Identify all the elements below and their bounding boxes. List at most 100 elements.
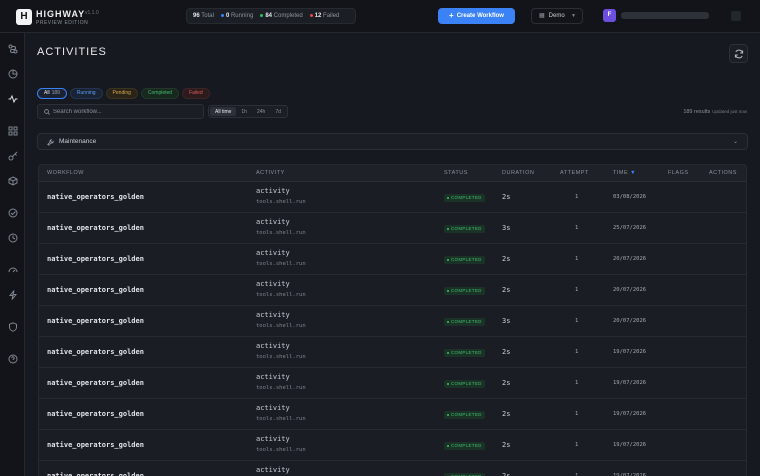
workflow-name[interactable]: native_operators_golden: [47, 255, 144, 263]
stats-summary: 96 Total 0 Running 84 Completed 12 Faile…: [186, 8, 356, 24]
help-icon[interactable]: [5, 352, 20, 367]
sort-desc-icon: ▼: [630, 170, 637, 176]
table-row[interactable]: native_operators_golden activity tools.she…: [39, 368, 746, 399]
duration: 2s: [502, 193, 511, 201]
clock-icon[interactable]: [5, 231, 20, 246]
package-icon[interactable]: [5, 174, 20, 189]
workflows-icon[interactable]: [5, 42, 20, 57]
attempt: 1: [575, 225, 579, 231]
activity-name: activity: [256, 373, 290, 381]
activities-icon[interactable]: [5, 92, 20, 107]
col-status[interactable]: STATUS: [444, 170, 468, 176]
filter-completed[interactable]: Completed: [140, 88, 180, 99]
refresh-button[interactable]: [729, 44, 748, 63]
table-row[interactable]: native_operators_goldenactivitytools.she…: [39, 337, 746, 368]
filter-running[interactable]: Running: [69, 88, 103, 99]
col-time[interactable]: TIME ▼: [613, 170, 636, 176]
attempt: 1: [575, 380, 579, 386]
workflow-name[interactable]: native_operators_golden: [47, 348, 144, 356]
activity-name: activity: [256, 280, 290, 288]
table-row[interactable]: native_operators_golden activity tools.she…: [39, 430, 746, 461]
activities-table: WORKFLOW ACTIVITY STATUS DURATION ATTEMP…: [38, 164, 747, 476]
page-title: ACTIVITIES: [37, 46, 107, 58]
table-row[interactable]: native_operators_goldenactivitytools.she…: [39, 244, 746, 275]
updated-label: Updated just now: [712, 109, 747, 114]
search-input[interactable]: [53, 107, 201, 117]
activity-name: activity: [256, 435, 290, 443]
time-range-24h[interactable]: 24h: [252, 107, 270, 116]
top-bar: H HIGHWAY v1.1.0 PREVIEW EDITION 96 Tota…: [0, 0, 760, 33]
activity-name: activity: [256, 466, 290, 474]
activity-tool: tools.shell.run: [256, 323, 306, 329]
logo[interactable]: H: [16, 9, 32, 25]
workspace-icon: ▦: [539, 13, 545, 19]
time: 19/07/2026: [613, 380, 647, 386]
activity-tool: tools.shell.run: [256, 230, 306, 236]
status-badge: COMPLETED: [444, 442, 485, 450]
user-menu[interactable]: F: [599, 8, 719, 24]
workflow-name[interactable]: native_operators_golden: [47, 193, 144, 201]
time-range-1h[interactable]: 1h: [236, 107, 252, 116]
col-activity[interactable]: ACTIVITY: [256, 170, 285, 176]
table-row[interactable]: native_operators_goldenactivitytools.she…: [39, 275, 746, 306]
workflow-name[interactable]: native_operators_golden: [47, 317, 144, 325]
attempt: 1: [575, 194, 579, 200]
table-row[interactable]: native_operators_goldenactivitytools.she…: [39, 306, 746, 337]
keys-icon[interactable]: [5, 149, 20, 164]
history-icon[interactable]: [5, 67, 20, 82]
table-row[interactable]: native_operators_goldenactivitytools.she…: [39, 213, 746, 244]
bolt-icon[interactable]: [5, 288, 20, 303]
activity-name: activity: [256, 404, 290, 412]
filter-failed[interactable]: Failed: [182, 88, 210, 99]
activity-tool: tools.shell.run: [256, 261, 306, 267]
status-badge: COMPLETED: [444, 194, 485, 202]
status-badge: COMPLETED: [444, 318, 485, 326]
col-attempt[interactable]: ATTEMPT: [560, 170, 589, 176]
gauge-icon[interactable]: [5, 263, 20, 278]
workflow-name[interactable]: native_operators_golden: [47, 441, 144, 449]
chevron-down-icon: ▼: [571, 13, 576, 19]
time-range-7d[interactable]: 7d: [270, 107, 286, 116]
workflow-name[interactable]: native_operators_golden: [47, 224, 144, 232]
time-range-all[interactable]: All time: [210, 107, 237, 116]
chevron-down-icon: ⌄: [732, 139, 738, 145]
duration: 2s: [502, 441, 511, 449]
check-icon[interactable]: [5, 206, 20, 221]
maintenance-panel[interactable]: Maintenance ⌄: [37, 133, 748, 150]
plus-icon: +: [449, 11, 454, 20]
duration: 3s: [502, 224, 511, 232]
status-dot-icon: [447, 196, 449, 199]
results-count: 189 results Updated just now: [683, 109, 747, 115]
workspace-selector[interactable]: ▦ Demo ▼: [531, 8, 583, 24]
activity-tool: tools.shell.run: [256, 385, 306, 391]
status-badge: COMPLETED: [444, 256, 485, 264]
table-row[interactable]: native_operators_goldenactivitytools.she…: [39, 461, 746, 476]
table-row[interactable]: native_operators_goldenactivitytools.she…: [39, 399, 746, 430]
col-duration[interactable]: DURATION: [502, 170, 534, 176]
status-dot-icon: [447, 351, 449, 354]
avatar: F: [603, 9, 616, 22]
stat-completed: 84 Completed: [260, 13, 303, 19]
create-workflow-button[interactable]: + Create Workflow: [438, 8, 515, 24]
app-name: HIGHWAY: [36, 9, 86, 19]
workflow-name[interactable]: native_operators_golden: [47, 379, 144, 387]
activity-tool: tools.shell.run: [256, 447, 306, 453]
workflow-name[interactable]: native_operators_golden: [47, 286, 144, 294]
table-row[interactable]: native_operators_goldenactivitytools.she…: [39, 182, 746, 213]
filter-pending[interactable]: Pending: [105, 88, 138, 99]
duration: 2s: [502, 410, 511, 418]
duration: 3s: [502, 317, 511, 325]
time: 20/07/2026: [613, 318, 647, 324]
workflow-name[interactable]: native_operators_golden: [47, 472, 144, 476]
sidebar: [0, 33, 25, 476]
apps-icon[interactable]: [5, 124, 20, 139]
status-dot-icon: [447, 320, 449, 323]
status-badge: COMPLETED: [444, 349, 485, 357]
workflow-name[interactable]: native_operators_golden: [47, 410, 144, 418]
col-workflow[interactable]: WORKFLOW: [47, 170, 84, 176]
completed-dot: [260, 13, 264, 17]
col-flags[interactable]: FLAGS: [668, 170, 689, 176]
more-menu-icon[interactable]: [731, 11, 741, 21]
shield-icon[interactable]: [5, 320, 20, 335]
filter-all[interactable]: All 189: [37, 88, 67, 99]
